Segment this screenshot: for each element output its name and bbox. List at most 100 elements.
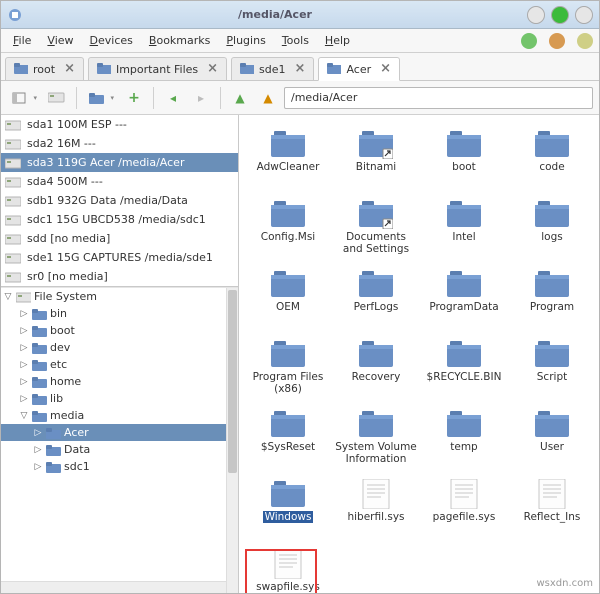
tab-close-icon[interactable]: ×: [64, 64, 75, 74]
window-close-button[interactable]: [575, 6, 593, 24]
tab-close-icon[interactable]: ×: [207, 64, 218, 74]
item-label: AdwCleaner: [257, 161, 320, 173]
tree-label: lib: [50, 392, 63, 405]
folder-icon: [535, 129, 569, 159]
tree-row[interactable]: ▽File System: [1, 288, 238, 305]
tree-row[interactable]: ▷home: [1, 373, 238, 390]
device-row[interactable]: sda4 500M ---: [1, 172, 238, 191]
folder-item[interactable]: Windows: [245, 477, 331, 547]
forward-button[interactable]: ▸: [189, 86, 213, 110]
expander-icon[interactable]: ▷: [33, 445, 43, 455]
folder-item[interactable]: System Volume Information: [333, 407, 419, 477]
folder-item[interactable]: OEM: [245, 267, 331, 337]
folder-item[interactable]: $RECYCLE.BIN: [421, 337, 507, 407]
device-row[interactable]: sda2 16M ---: [1, 134, 238, 153]
item-label: temp: [450, 441, 477, 453]
folder-item[interactable]: Recovery: [333, 337, 419, 407]
side-panel-toggle[interactable]: [7, 86, 41, 110]
new-folder-button[interactable]: [84, 86, 118, 110]
expander-icon[interactable]: ▽: [19, 411, 29, 421]
tab-close-icon[interactable]: ×: [295, 64, 306, 74]
device-row[interactable]: sde1 15G CAPTURES /media/sde1: [1, 248, 238, 267]
device-row[interactable]: sdb1 932G Data /media/Data: [1, 191, 238, 210]
folder-item[interactable]: PerfLogs: [333, 267, 419, 337]
expander-icon[interactable]: ▷: [19, 394, 29, 404]
tree-row[interactable]: ▷sdc1: [1, 458, 238, 475]
back-button[interactable]: ◂: [161, 86, 185, 110]
expander-icon[interactable]: ▷: [19, 360, 29, 370]
tree-row[interactable]: ▷boot: [1, 322, 238, 339]
window-maximize-button[interactable]: [551, 6, 569, 24]
up-button[interactable]: ▲: [228, 86, 252, 110]
folder-item[interactable]: Config.Msi: [245, 197, 331, 267]
folder-item[interactable]: Program: [509, 267, 595, 337]
folder-item[interactable]: temp: [421, 407, 507, 477]
tab-label: Important Files: [116, 63, 198, 76]
folder-item[interactable]: Documents and Settings: [333, 197, 419, 267]
folder-icon: [46, 444, 61, 456]
tree-label: media: [50, 409, 84, 422]
indicator-green[interactable]: [521, 33, 537, 49]
tab-important-files[interactable]: Important Files ×: [88, 57, 227, 80]
menu-devices[interactable]: Devices: [84, 32, 139, 49]
tab-sde1[interactable]: sde1×: [231, 57, 314, 80]
file-item[interactable]: Reflect_Ins: [509, 477, 595, 547]
indicator-yellow[interactable]: [577, 33, 593, 49]
file-item[interactable]: swapfile.sys: [245, 547, 331, 593]
menu-plugins[interactable]: Plugins: [220, 32, 271, 49]
tab-close-icon[interactable]: ×: [380, 64, 391, 74]
tree-row[interactable]: ▷bin: [1, 305, 238, 322]
device-button[interactable]: [45, 86, 69, 110]
window-minimize-button[interactable]: [527, 6, 545, 24]
refresh-alt-button[interactable]: ▲: [256, 86, 280, 110]
folder-item[interactable]: Program Files (x86): [245, 337, 331, 407]
expander-icon[interactable]: ▷: [19, 309, 29, 319]
expander-icon[interactable]: ▷: [19, 377, 29, 387]
device-row[interactable]: sda3 119G Acer /media/Acer: [1, 153, 238, 172]
menu-bookmarks[interactable]: Bookmarks: [143, 32, 216, 49]
folder-icon: [271, 129, 305, 159]
folder-item[interactable]: Script: [509, 337, 595, 407]
expander-icon[interactable]: ▷: [19, 326, 29, 336]
file-item[interactable]: pagefile.sys: [421, 477, 507, 547]
file-item[interactable]: hiberfil.sys: [333, 477, 419, 547]
menu-view[interactable]: View: [41, 32, 79, 49]
expander-icon[interactable]: ▷: [19, 343, 29, 353]
menu-help[interactable]: Help: [319, 32, 356, 49]
folder-item[interactable]: Intel: [421, 197, 507, 267]
tab-acer[interactable]: Acer ×: [318, 57, 400, 81]
path-bar[interactable]: /media/Acer: [284, 87, 593, 109]
tree-row[interactable]: ▽ media: [1, 407, 238, 424]
device-row[interactable]: sdd [no media]: [1, 229, 238, 248]
expander-icon[interactable]: ▽: [3, 292, 13, 302]
folder-item[interactable]: AdwCleaner: [245, 127, 331, 197]
folder-item[interactable]: User: [509, 407, 595, 477]
menu-file[interactable]: File: [7, 32, 37, 49]
device-row[interactable]: sr0 [no media]: [1, 267, 238, 286]
folder-item[interactable]: Bitnami: [333, 127, 419, 197]
device-row[interactable]: sdc1 15G UBCD538 /media/sdc1: [1, 210, 238, 229]
file-icon: [361, 479, 391, 509]
tree-row[interactable]: ▷ dev: [1, 339, 238, 356]
tree-scrollbar-horizontal[interactable]: [1, 581, 226, 593]
tab-label: Acer: [346, 63, 371, 76]
expander-icon[interactable]: ▷: [33, 428, 43, 438]
folder-item[interactable]: ProgramData: [421, 267, 507, 337]
folder-item[interactable]: $SysReset: [245, 407, 331, 477]
indicator-orange[interactable]: [549, 33, 565, 49]
expander-icon[interactable]: ▷: [33, 462, 43, 472]
tab-root[interactable]: root×: [5, 57, 84, 80]
folder-item[interactable]: code: [509, 127, 595, 197]
tree-scrollbar-vertical[interactable]: [226, 288, 238, 593]
folder-item[interactable]: logs: [509, 197, 595, 267]
tree-row[interactable]: ▷Acer: [1, 424, 238, 441]
menu-tools[interactable]: Tools: [276, 32, 315, 49]
add-button[interactable]: +: [122, 86, 146, 110]
tree-row[interactable]: ▷Data: [1, 441, 238, 458]
tree-label: dev: [50, 341, 70, 354]
file-icon: [273, 549, 303, 579]
folder-item[interactable]: boot: [421, 127, 507, 197]
tree-row[interactable]: ▷etc: [1, 356, 238, 373]
device-row[interactable]: sda1 100M ESP ---: [1, 115, 238, 134]
tree-row[interactable]: ▷ lib: [1, 390, 238, 407]
